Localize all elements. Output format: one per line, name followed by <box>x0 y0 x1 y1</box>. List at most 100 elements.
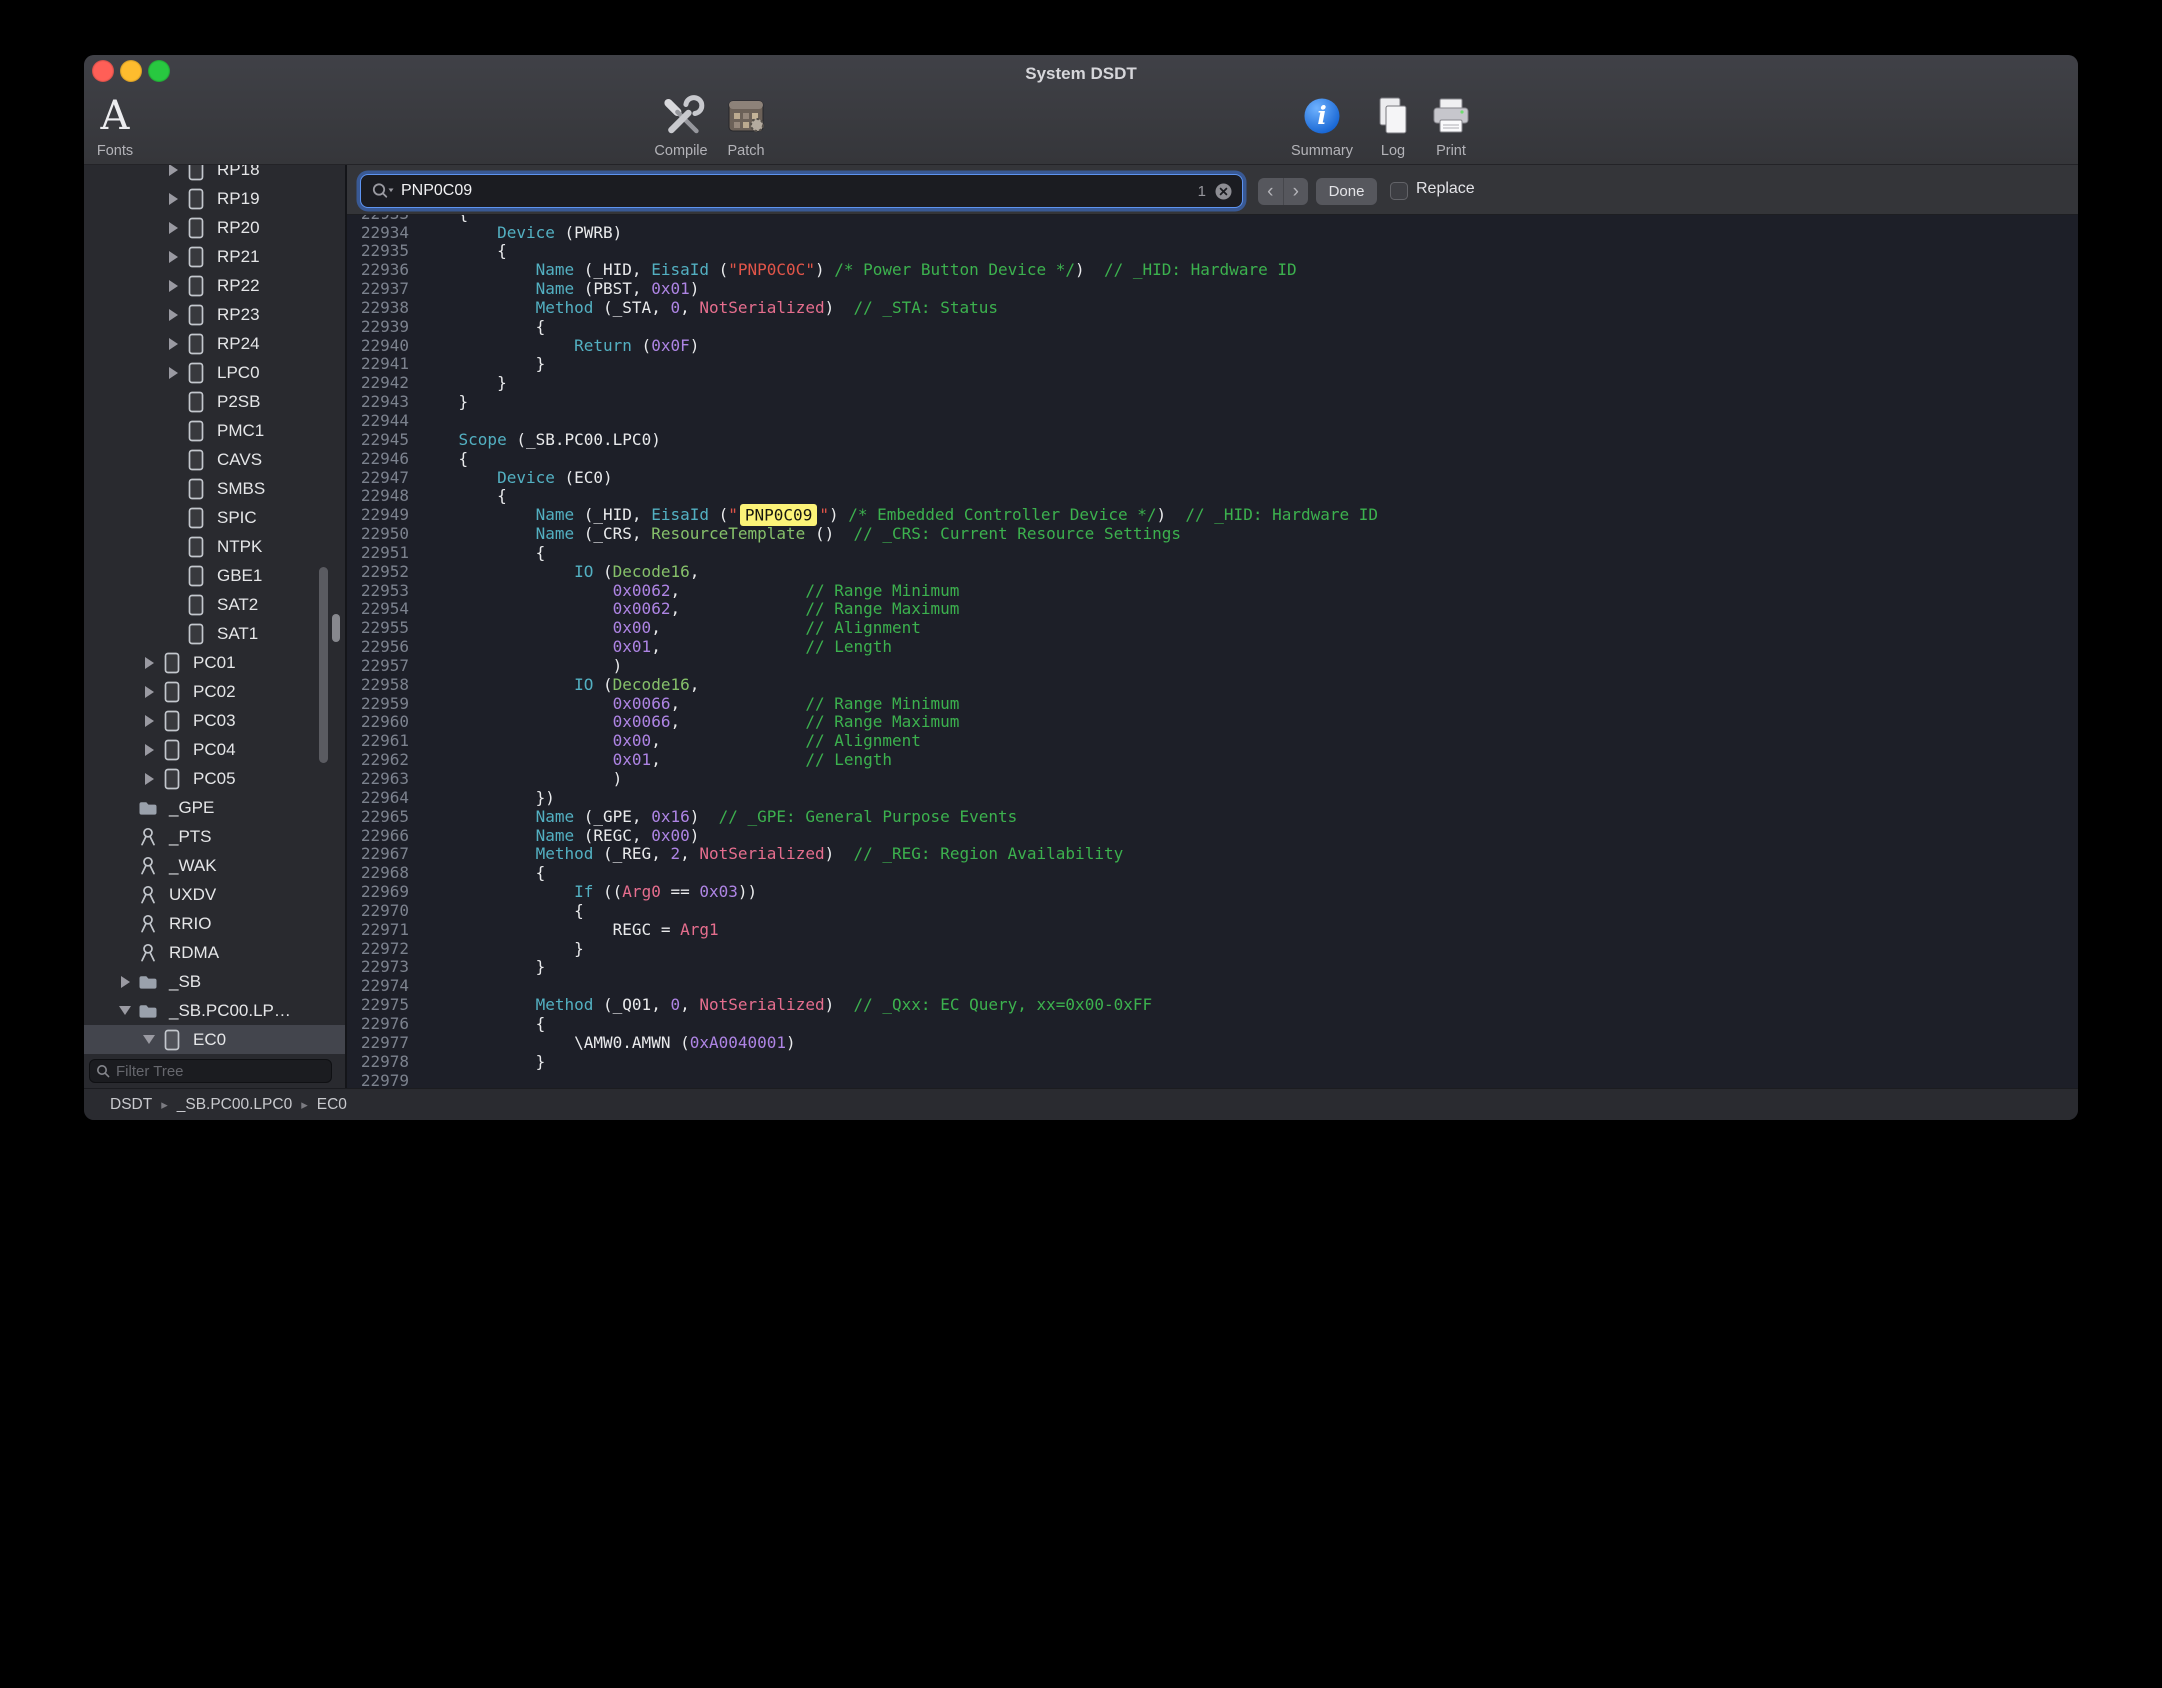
tree-item-RP22[interactable]: RP22 <box>84 271 345 300</box>
tree-item-RP24[interactable]: RP24 <box>84 329 345 358</box>
line-number: 22946 <box>347 450 409 469</box>
line-number: 22965 <box>347 808 409 827</box>
clear-search-icon[interactable] <box>1215 183 1232 200</box>
disclosure-collapsed-icon[interactable] <box>162 367 184 379</box>
done-button[interactable]: Done <box>1316 178 1377 205</box>
code-editor[interactable]: 2293322934229352293622937229382293922940… <box>347 215 2078 1088</box>
find-bar: PNP0C09 1 ‹ › Done Replace <box>347 165 2078 215</box>
doc-icon <box>184 478 208 500</box>
search-field[interactable]: PNP0C09 1 <box>360 174 1243 208</box>
tree-item-_GPE[interactable]: _GPE <box>84 793 345 822</box>
disclosure-collapsed-icon[interactable] <box>162 193 184 205</box>
replace-checkbox[interactable] <box>1390 182 1408 200</box>
line-number: 22971 <box>347 921 409 940</box>
doc-icon <box>184 165 208 181</box>
breadcrumb-item[interactable]: _SB.PC00.LPC0 <box>177 1096 292 1114</box>
folder-icon <box>136 797 160 819</box>
code-line: { <box>420 544 1378 563</box>
search-icon[interactable] <box>371 181 395 201</box>
tree-item-label: _PTS <box>169 827 212 847</box>
fonts-button[interactable]: A Fonts <box>97 91 133 159</box>
tree-item-label: GBE1 <box>217 566 262 586</box>
tree-item-LPC0[interactable]: LPC0 <box>84 358 345 387</box>
find-previous-button[interactable]: ‹ <box>1258 178 1284 205</box>
disclosure-collapsed-icon[interactable] <box>162 222 184 234</box>
code-line: \AMW0.AMWN (0xA0040001) <box>420 1034 1378 1053</box>
tree-item-SAT1[interactable]: SAT1 <box>84 619 345 648</box>
tree-item-UXDV[interactable]: UXDV <box>84 880 345 909</box>
tree-item-SPIC[interactable]: SPIC <box>84 503 345 532</box>
disclosure-collapsed-icon[interactable] <box>138 773 160 785</box>
tree-item-PC05[interactable]: PC05 <box>84 764 345 793</box>
search-match-highlight: PNP0C09 <box>740 504 817 526</box>
line-number: 22954 <box>347 600 409 619</box>
breadcrumb-item[interactable]: DSDT <box>110 1096 152 1114</box>
disclosure-expanded-icon[interactable] <box>114 1006 136 1015</box>
patch-button[interactable]: Patch <box>726 91 766 159</box>
tree-item-label: SAT1 <box>217 624 258 644</box>
breadcrumb-item[interactable]: EC0 <box>317 1096 347 1114</box>
line-number: 22943 <box>347 393 409 412</box>
disclosure-collapsed-icon[interactable] <box>162 251 184 263</box>
tree-item-PMC1[interactable]: PMC1 <box>84 416 345 445</box>
tree-item-SAT2[interactable]: SAT2 <box>84 590 345 619</box>
code-line: } <box>420 958 1378 977</box>
disclosure-collapsed-icon[interactable] <box>138 715 160 727</box>
code-line: Device (EC0) <box>420 469 1378 488</box>
log-button[interactable]: Log <box>1373 91 1413 159</box>
find-next-button[interactable]: › <box>1284 178 1309 205</box>
disclosure-collapsed-icon[interactable] <box>162 338 184 350</box>
tree-item-PC02[interactable]: PC02 <box>84 677 345 706</box>
tree-item-_SB[interactable]: _SB <box>84 967 345 996</box>
tree-item-P2SB[interactable]: P2SB <box>84 387 345 416</box>
print-button[interactable]: Print <box>1429 91 1473 159</box>
code-line: }) <box>420 789 1378 808</box>
tree-item-RDMA[interactable]: RDMA <box>84 938 345 967</box>
tree-item-_SB.PC00.LP…[interactable]: _SB.PC00.LP… <box>84 996 345 1025</box>
tree-item-_WAK[interactable]: _WAK <box>84 851 345 880</box>
folder-icon <box>136 1000 160 1022</box>
line-number: 22953 <box>347 582 409 601</box>
compile-button[interactable]: Compile <box>654 91 707 159</box>
code-line: Method (_Q01, 0, NotSerialized) // _Qxx:… <box>420 996 1378 1015</box>
tree-item-PC04[interactable]: PC04 <box>84 735 345 764</box>
tree-item-PC01[interactable]: PC01 <box>84 648 345 677</box>
summary-button[interactable]: i Summary <box>1291 91 1353 159</box>
tree-item-RP21[interactable]: RP21 <box>84 242 345 271</box>
disclosure-collapsed-icon[interactable] <box>114 976 136 988</box>
disclosure-collapsed-icon[interactable] <box>162 280 184 292</box>
disclosure-collapsed-icon[interactable] <box>162 165 184 176</box>
line-number: 22951 <box>347 544 409 563</box>
tree-item-GBE1[interactable]: GBE1 <box>84 561 345 590</box>
line-number: 22941 <box>347 355 409 374</box>
disclosure-collapsed-icon[interactable] <box>138 744 160 756</box>
sidebar-scrollbar[interactable] <box>319 567 328 763</box>
tree-item-RRIO[interactable]: RRIO <box>84 909 345 938</box>
tree-item-_PTS[interactable]: _PTS <box>84 822 345 851</box>
disclosure-expanded-icon[interactable] <box>138 1035 160 1044</box>
doc-icon <box>160 710 184 732</box>
method-icon <box>136 855 160 877</box>
disclosure-collapsed-icon[interactable] <box>162 309 184 321</box>
disclosure-collapsed-icon[interactable] <box>138 657 160 669</box>
match-count: 1 <box>1198 183 1206 200</box>
tree-item-label: PC03 <box>193 711 236 731</box>
tree-item-PC03[interactable]: PC03 <box>84 706 345 735</box>
tree-item-EC0[interactable]: EC0 <box>84 1025 345 1054</box>
line-number: 22976 <box>347 1015 409 1034</box>
line-number: 22966 <box>347 827 409 846</box>
tree-item-RP19[interactable]: RP19 <box>84 184 345 213</box>
tree-item-SMBS[interactable]: SMBS <box>84 474 345 503</box>
tree-item-CAVS[interactable]: CAVS <box>84 445 345 474</box>
line-number: 22962 <box>347 751 409 770</box>
filter-tree-field[interactable]: Filter Tree <box>89 1059 332 1083</box>
tree-item-label: PC02 <box>193 682 236 702</box>
doc-icon <box>184 449 208 471</box>
splitter-handle[interactable] <box>332 614 340 642</box>
tree-item-RP18[interactable]: RP18 <box>84 165 345 184</box>
tree-item-NTPK[interactable]: NTPK <box>84 532 345 561</box>
tree-item-RP20[interactable]: RP20 <box>84 213 345 242</box>
code-line: } <box>420 355 1378 374</box>
tree-item-RP23[interactable]: RP23 <box>84 300 345 329</box>
disclosure-collapsed-icon[interactable] <box>138 686 160 698</box>
